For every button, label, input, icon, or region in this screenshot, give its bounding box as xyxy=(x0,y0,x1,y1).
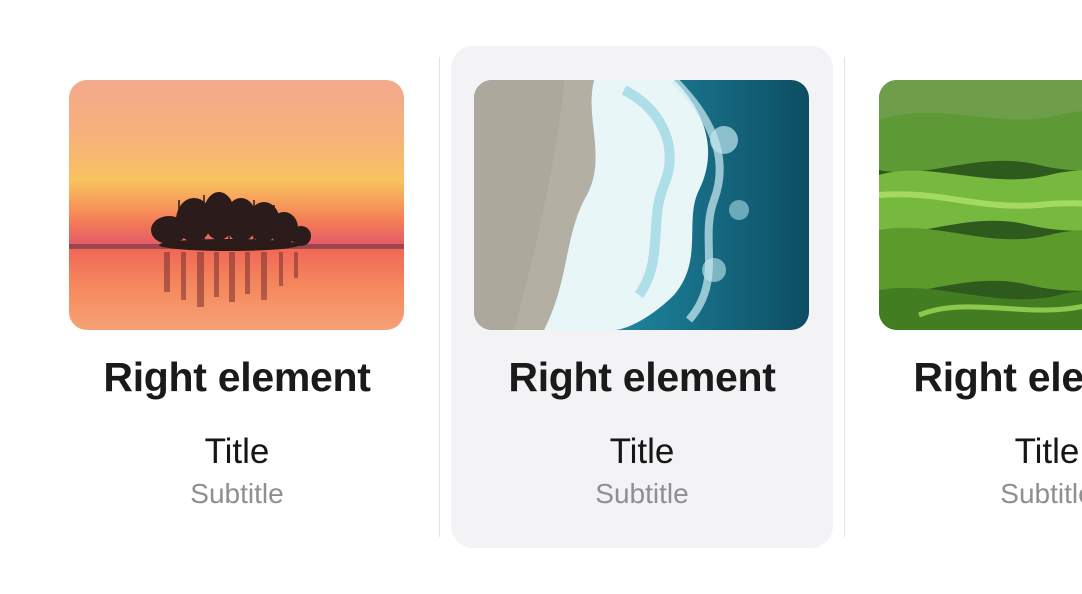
carousel-card[interactable]: Right element Title Subtitle xyxy=(46,46,428,548)
green-hills-image xyxy=(879,80,1082,330)
carousel-card-selected[interactable]: Right element Title Subtitle xyxy=(451,46,833,548)
card-title: Title xyxy=(609,432,675,471)
right-element-label: Right element xyxy=(508,354,776,400)
divider xyxy=(439,57,440,537)
card-subtitle: Subtitle xyxy=(595,478,689,509)
card-carousel[interactable]: Right element Title Subtitle Right eleme… xyxy=(0,0,1082,594)
ocean-wave-beach-image xyxy=(474,80,809,330)
right-element-label: Right element xyxy=(913,354,1082,400)
card-subtitle: Subtitle xyxy=(1000,478,1082,509)
card-subtitle: Subtitle xyxy=(190,478,284,509)
divider xyxy=(844,57,845,537)
card-title: Title xyxy=(1014,432,1080,471)
right-element-label: Right element xyxy=(103,354,371,400)
card-title: Title xyxy=(204,432,270,471)
carousel-card[interactable]: Right element Title Subtitle xyxy=(856,46,1082,548)
sunset-lake-island-image xyxy=(69,80,404,330)
